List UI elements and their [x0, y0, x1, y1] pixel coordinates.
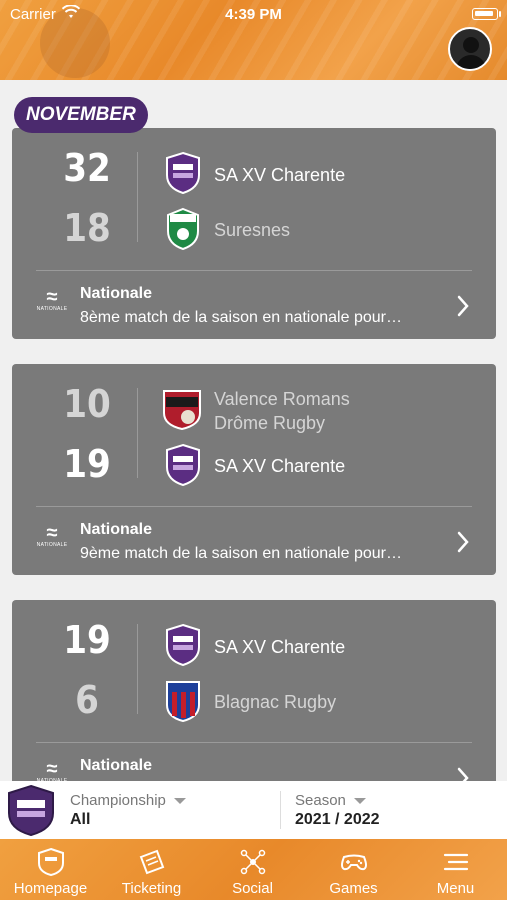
competition-name: Nationale: [80, 521, 153, 538]
away-score: 19: [63, 442, 111, 486]
match-card[interactable]: 10 19 Valence Romans Drôme Rugby SA XV C…: [12, 364, 496, 575]
blagnac-rugby-crest: [166, 681, 200, 723]
tab-games[interactable]: Games: [303, 839, 404, 900]
home-team-name: SA XV Charente: [214, 637, 346, 657]
status-bar: Carrier 4:39 PM: [0, 0, 507, 30]
gamepad-icon: [341, 854, 367, 871]
suresnes-crest: [167, 207, 199, 251]
season-value: 2021 / 2022: [295, 811, 380, 828]
chevron-right-icon: [457, 531, 469, 553]
chevron-right-icon: [457, 295, 469, 317]
filter-bar: Championship All Season 2021 / 2022: [0, 781, 507, 839]
sa-xv-charente-crest: [166, 443, 200, 487]
match-card[interactable]: 19 6 SA XV Charente Blagnac Rugby ≈ NATI…: [12, 600, 496, 811]
match-description: 9ème match de la saison en nationale pou…: [80, 545, 402, 562]
home-score: 19: [63, 618, 111, 662]
shield-icon: [38, 847, 64, 877]
home-score: 10: [63, 382, 111, 426]
menu-icon: [443, 853, 469, 871]
championship-label: Championship: [70, 792, 186, 809]
battery-icon: [472, 8, 498, 20]
app-header: Carrier 4:39 PM: [0, 0, 507, 80]
competition-name: Nationale: [80, 757, 153, 774]
ticket-icon: [139, 849, 165, 875]
sa-xv-charente-crest: [166, 151, 200, 195]
match-description: 8ème match de la saison en nationale pou…: [80, 309, 402, 326]
tab-ticketing[interactable]: Ticketing: [101, 839, 202, 900]
away-team-name: SA XV Charente: [214, 456, 346, 476]
home-team-name-line1: Valence Romans: [214, 389, 350, 409]
profile-avatar-button[interactable]: [448, 27, 492, 71]
caret-down-icon: [173, 798, 186, 805]
nationale-logo: ≈ NATIONALE: [36, 522, 68, 548]
away-score: 6: [75, 678, 99, 722]
bottom-tab-bar: Homepage Ticketing Social Games Menu: [0, 839, 507, 900]
tab-homepage[interactable]: Homepage: [0, 839, 101, 900]
competition-name: Nationale: [80, 285, 153, 302]
away-team-name: Blagnac Rugby: [214, 692, 337, 712]
club-logo: [8, 784, 54, 837]
match-card[interactable]: 32 18 SA XV Charente Suresnes ≈ NATIONAL…: [12, 128, 496, 339]
status-time: 4:39 PM: [225, 6, 282, 23]
home-score: 32: [63, 146, 111, 190]
network-icon: [240, 849, 266, 875]
tab-social[interactable]: Social: [202, 839, 303, 900]
home-team-name: SA XV Charente: [214, 165, 346, 185]
away-score: 18: [63, 206, 111, 250]
away-team-name: Suresnes: [214, 220, 291, 240]
valence-romans-crest: [163, 390, 201, 431]
caret-down-icon: [353, 798, 366, 805]
home-team-name-line2: Drôme Rugby: [214, 413, 326, 433]
championship-value: All: [70, 811, 91, 828]
sa-xv-charente-crest: [166, 623, 200, 667]
nationale-logo: ≈ NATIONALE: [36, 286, 68, 312]
tab-menu[interactable]: Menu: [405, 839, 506, 900]
month-label: NOVEMBER: [14, 97, 148, 133]
season-label: Season: [295, 792, 366, 809]
